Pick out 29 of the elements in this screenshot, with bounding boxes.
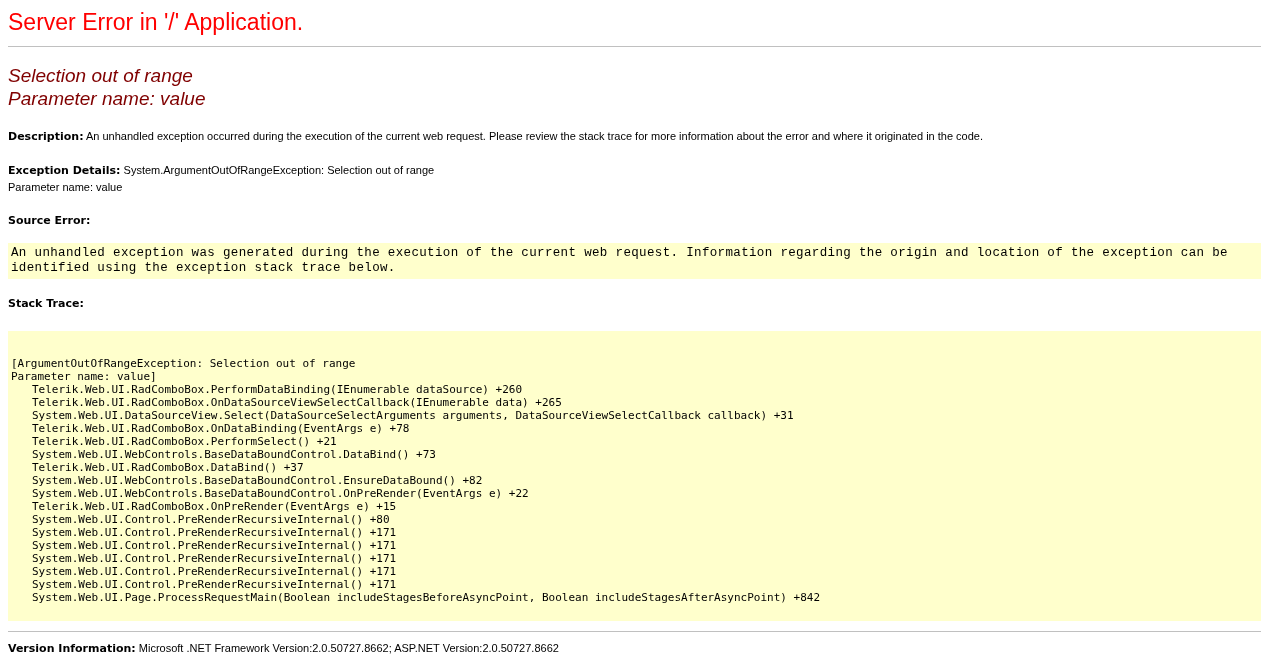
stack-frame: Telerik.Web.UI.RadComboBox.PerformSelect() +21 bbox=[32, 434, 337, 448]
error-heading: Selection out of range bbox=[8, 65, 193, 86]
description-text: Description: An unhandled exception occurred during the execution of the current web request. Please review the stack trace for more information about the error and where it originated in the code. bbox=[8, 130, 984, 142]
source-error-text: An unhandled exception was generated during the execution of the current web request. Information regarding the origin and location of the exception can be identified using the exception stack trace below. bbox=[8, 243, 1261, 279]
stack-frame: System.Web.UI.WebControls.BaseDataBoundControl.DataBind() +73 bbox=[32, 447, 436, 461]
stack-frame: System.Web.UI.Control.PreRenderRecursiveInternal() +171 bbox=[32, 564, 397, 578]
exception-details-text: Parameter name: value bbox=[8, 181, 123, 193]
section-label: Stack Trace: bbox=[8, 297, 84, 310]
section-label: Source Error: bbox=[8, 213, 91, 227]
stack-frame: System.Web.UI.WebControls.BaseDataBoundControl.EnsureDataBound() +82 bbox=[32, 473, 483, 487]
stack-frame: Telerik.Web.UI.RadComboBox.OnPreRender(EventArgs e) +15 bbox=[32, 499, 397, 513]
stack-frame: System.Web.UI.Control.PreRenderRecursiveInternal() +171 bbox=[32, 525, 397, 539]
stack-frame: System.Web.UI.Control.PreRenderRecursiveInternal() +171 bbox=[32, 577, 397, 591]
stack-frame: System.Web.UI.Control.PreRenderRecursiveInternal() +171 bbox=[32, 538, 397, 552]
stack-frame: Telerik.Web.UI.RadComboBox.OnDataSourceViewSelectCallback(IEnumerable data) +265 bbox=[32, 395, 562, 409]
exception-line: Parameter name: value] bbox=[11, 369, 157, 383]
exception-line: [ArgumentOutOfRangeException: Selection out of range bbox=[11, 356, 356, 370]
stack-frame: System.Web.UI.WebControls.BaseDataBoundControl.OnPreRender(EventArgs e) +22 bbox=[32, 486, 529, 500]
page-title: Server Error in '/' Application. bbox=[8, 8, 305, 36]
version-info-text: Version Information: Microsoft .NET Framework Version:2.0.50727.8662; ASP.NET Version:2.0.50727.8662 bbox=[8, 641, 559, 654]
stack-frame: System.Web.UI.Control.PreRenderRecursiveInternal() +80 bbox=[32, 512, 390, 526]
stack-frame: System.Web.UI.Control.PreRenderRecursiveInternal() +171 bbox=[32, 551, 397, 565]
stack-frame: System.Web.UI.Page.ProcessRequestMain(Boolean includeStagesBeforeAsyncPoint, Boolean includeStagesAfterAsyncPoint) +842 bbox=[32, 590, 821, 604]
stack-frame: Telerik.Web.UI.RadComboBox.OnDataBinding(EventArgs e) +78 bbox=[32, 421, 410, 435]
stack-frame: Telerik.Web.UI.RadComboBox.PerformDataBinding(IEnumerable dataSource) +260 bbox=[32, 382, 523, 396]
exception-details-text: Exception Details: System.ArgumentOutOfRangeException: Selection out of range bbox=[8, 163, 435, 176]
error-heading: Parameter name: value bbox=[8, 88, 206, 109]
stack-frame: Telerik.Web.UI.RadComboBox.DataBind() +37 bbox=[32, 460, 304, 474]
stack-frame: System.Web.UI.DataSourceView.Select(DataSourceSelectArguments arguments, DataSourceViewSelectCallback callback) +31 bbox=[32, 408, 794, 422]
